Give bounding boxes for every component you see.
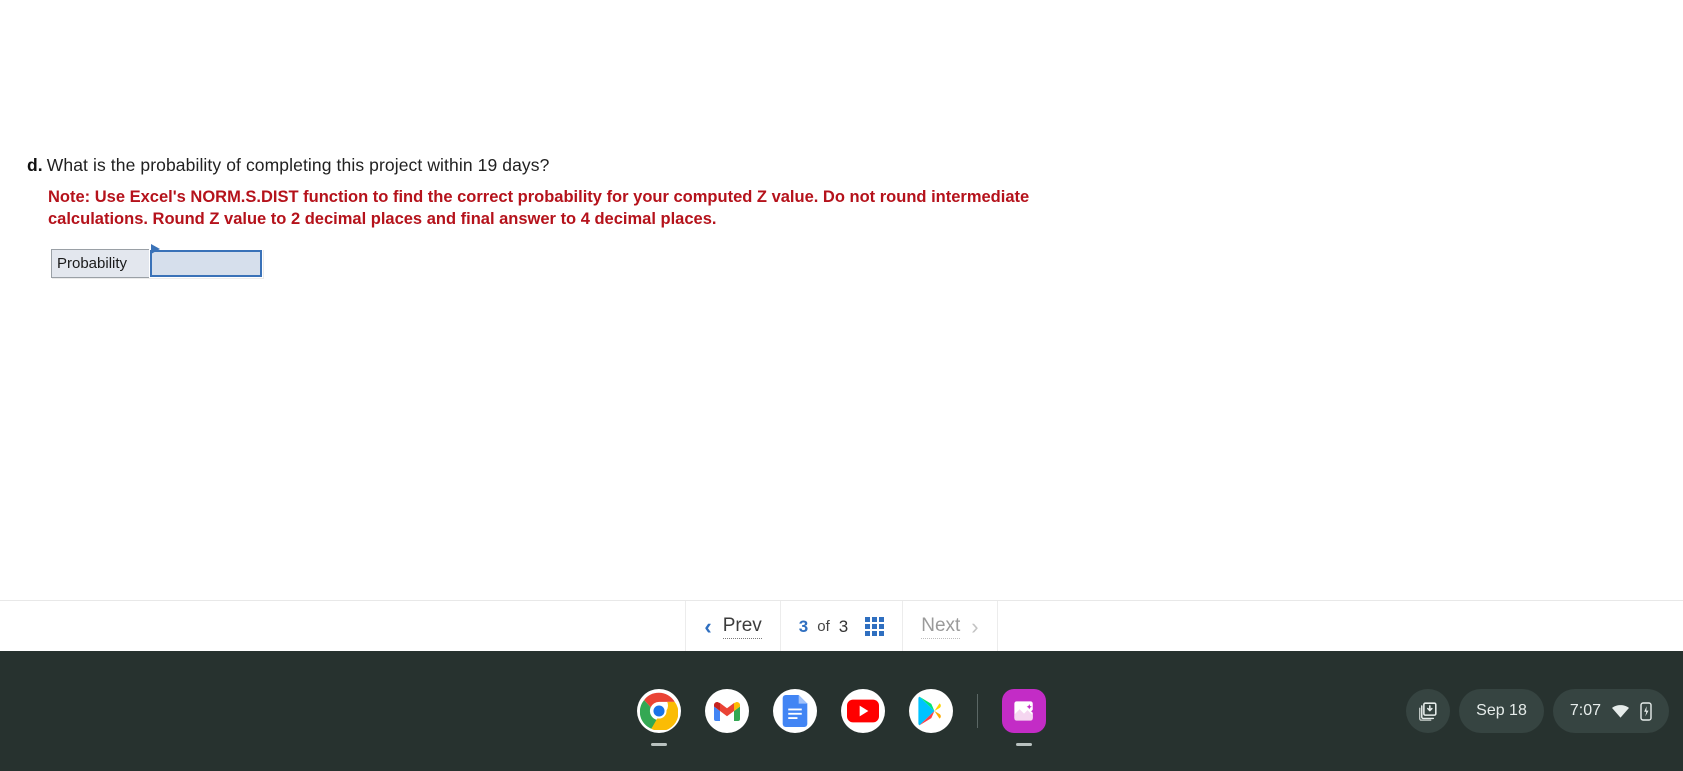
chromeos-shelf: Sep 18 7:07 — [0, 651, 1683, 771]
prev-segment: ‹ Prev — [686, 601, 779, 652]
shelf-app-gmail[interactable] — [705, 689, 749, 733]
clock-label: 7:07 — [1569, 702, 1601, 719]
question-block: d. What is the probability of completing … — [27, 153, 1227, 230]
system-tray: Sep 18 7:07 — [1406, 651, 1669, 771]
next-button[interactable]: Next › — [921, 613, 979, 639]
photos-icon — [1014, 701, 1035, 721]
date-button[interactable]: Sep 18 — [1459, 689, 1544, 733]
page-counter: 3 of 3 — [799, 617, 848, 637]
shelf-app-chrome[interactable] — [637, 689, 681, 733]
answer-row-label: Probability — [52, 250, 150, 277]
grid-cell — [879, 631, 885, 636]
answer-table: Probability — [51, 244, 263, 278]
youtube-icon — [847, 699, 879, 723]
question-text: What is the probability of completing th… — [46, 155, 550, 175]
question-note: Note: Use Excel's NORM.S.DIST function t… — [48, 188, 1030, 228]
prev-button-label: Prev — [722, 614, 762, 639]
chevron-left-icon: ‹ — [704, 613, 712, 639]
grid-cell — [872, 617, 878, 622]
next-button-label: Next — [921, 614, 961, 639]
current-page-number: 3 — [798, 616, 809, 636]
question-letter: d. — [27, 155, 43, 175]
total-pages-number: 3 — [838, 616, 849, 636]
grid-cell — [879, 617, 885, 622]
of-label: of — [817, 618, 830, 635]
pagination-bar: ‹ Prev 3 of 3 Next › — [0, 600, 1683, 652]
date-label: Sep 18 — [1476, 702, 1527, 719]
probability-answer-cell[interactable] — [149, 244, 263, 278]
chevron-right-icon: › — [971, 613, 979, 639]
grid-cell — [865, 617, 871, 622]
downloads-tote-button[interactable] — [1406, 689, 1451, 733]
shelf-app-photos[interactable] — [1002, 689, 1046, 733]
probability-input[interactable] — [152, 252, 260, 275]
shelf-app-youtube[interactable] — [841, 689, 885, 733]
shelf-app-play-store[interactable] — [909, 689, 953, 733]
prev-button[interactable]: ‹ Prev — [704, 613, 762, 639]
chrome-icon — [640, 692, 678, 730]
question-line: d. What is the probability of completing … — [27, 153, 1227, 177]
play-store-icon — [918, 696, 941, 726]
shelf-divider — [977, 694, 978, 728]
grid-view-icon[interactable] — [865, 617, 885, 636]
shelf-app-docs[interactable] — [773, 689, 817, 733]
docs-icon — [782, 695, 808, 727]
worksheet-content: d. What is the probability of completing … — [0, 0, 1683, 651]
pager-divider-right — [996, 601, 998, 652]
page-counter-segment: 3 of 3 — [781, 601, 902, 652]
grid-cell — [872, 631, 878, 636]
gmail-icon — [714, 702, 740, 721]
next-segment: Next › — [903, 601, 996, 652]
grid-cell — [879, 624, 885, 629]
grid-cell — [872, 624, 878, 629]
grid-cell — [865, 631, 871, 636]
battery-charging-icon — [1640, 701, 1652, 721]
status-area-button[interactable]: 7:07 — [1552, 689, 1669, 733]
grid-cell — [865, 624, 871, 629]
wifi-icon — [1612, 704, 1629, 718]
downloads-tote-icon — [1419, 702, 1437, 721]
pager: ‹ Prev 3 of 3 Next › — [685, 601, 998, 652]
